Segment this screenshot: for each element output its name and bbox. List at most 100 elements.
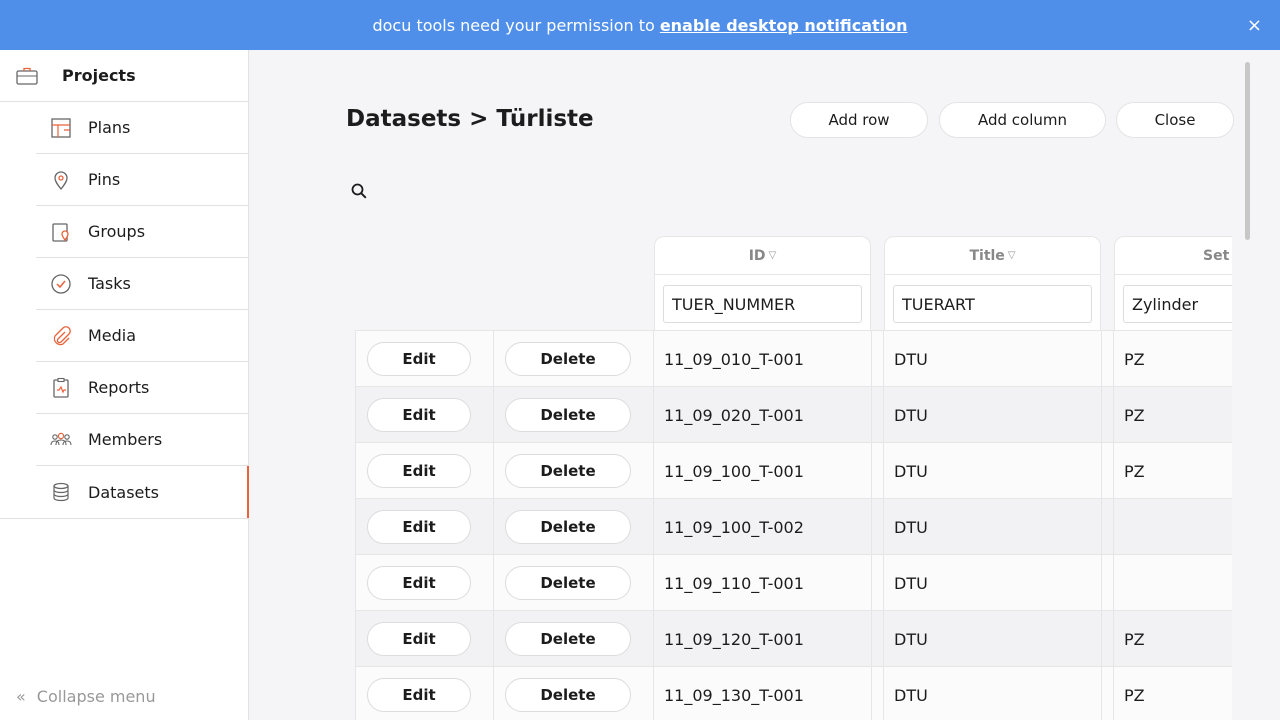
divider: [355, 330, 356, 720]
members-icon: [50, 429, 72, 451]
close-icon[interactable]: ×: [1247, 15, 1262, 36]
delete-button[interactable]: Delete: [505, 678, 631, 712]
database-icon: [50, 481, 72, 503]
sidebar-item-members[interactable]: Members: [36, 414, 248, 466]
cell-set: PZ: [1124, 461, 1145, 481]
divider: [883, 330, 884, 720]
cell-id: 11_09_120_T-001: [664, 629, 804, 649]
cell-title: DTU: [894, 685, 928, 705]
edit-button[interactable]: Edit: [367, 678, 471, 712]
divider: [871, 330, 872, 720]
sidebar-item-label: Datasets: [88, 482, 159, 502]
sidebar-item-label: Reports: [88, 378, 150, 397]
cell-id: 11_09_020_T-001: [664, 405, 804, 425]
column-header-id: ID ▽: [654, 236, 871, 330]
briefcase-icon: [16, 65, 38, 87]
cell-set: PZ: [1124, 629, 1145, 649]
edit-button[interactable]: Edit: [367, 454, 471, 488]
scrollbar[interactable]: [1245, 62, 1250, 240]
double-chevron-left-icon: ‹‹: [16, 687, 26, 706]
add-row-button[interactable]: Add row: [790, 102, 928, 138]
delete-button[interactable]: Delete: [505, 454, 631, 488]
cell-title: DTU: [894, 517, 928, 537]
groups-icon: [50, 221, 72, 243]
cell-id: 11_09_130_T-001: [664, 685, 804, 705]
paperclip-icon: [50, 325, 72, 347]
delete-button[interactable]: Delete: [505, 510, 631, 544]
pin-icon: [50, 169, 72, 191]
chevron-down-icon: ▽: [768, 250, 777, 261]
sidebar-item-groups[interactable]: Groups: [36, 206, 248, 258]
delete-button[interactable]: Delete: [505, 566, 631, 600]
chevron-down-icon: ▽: [1007, 250, 1016, 261]
sidebar-item-plans[interactable]: Plans: [36, 102, 248, 154]
sort-title[interactable]: Title ▽: [885, 237, 1100, 275]
cell-set: PZ: [1124, 405, 1145, 425]
delete-button[interactable]: Delete: [505, 622, 631, 656]
sidebar: Projects Plans Pins Groups Tasks Media R…: [0, 50, 249, 720]
add-column-button[interactable]: Add column: [939, 102, 1106, 138]
cell-title: DTU: [894, 629, 928, 649]
sort-set[interactable]: Set▽: [1115, 237, 1232, 275]
edit-button[interactable]: Edit: [367, 566, 471, 600]
collapse-menu-label: Collapse menu: [36, 687, 156, 706]
cell-title: DTU: [894, 573, 928, 593]
sidebar-item-label: Groups: [88, 222, 146, 241]
plans-icon: [50, 117, 72, 139]
edit-button[interactable]: Edit: [367, 510, 471, 544]
cell-set: PZ: [1124, 685, 1145, 705]
column-label: ID: [748, 247, 766, 264]
divider: [1113, 330, 1114, 720]
sidebar-item-media[interactable]: Media: [36, 310, 248, 362]
sidebar-item-label: Members: [88, 430, 163, 449]
divider: [653, 330, 654, 720]
cell-id: 11_09_010_T-001: [664, 349, 804, 369]
sidebar-projects[interactable]: Projects: [0, 50, 248, 102]
sidebar-item-pins[interactable]: Pins: [36, 154, 248, 206]
cell-set: PZ: [1124, 349, 1145, 369]
sidebar-item-label: Plans: [88, 118, 131, 137]
edit-button[interactable]: Edit: [367, 342, 471, 376]
reports-icon: [50, 377, 72, 399]
sidebar-item-reports[interactable]: Reports: [36, 362, 248, 414]
cell-set: [1114, 555, 1124, 611]
divider: [1101, 330, 1102, 720]
search-icon[interactable]: [350, 182, 368, 200]
divider: [493, 330, 494, 720]
collapse-menu-button[interactable]: ‹‹ Collapse menu: [16, 687, 156, 706]
cell-id: 11_09_100_T-002: [664, 517, 804, 537]
sidebar-item-label: Tasks: [88, 274, 131, 293]
cell-title: DTU: [894, 349, 928, 369]
column-header-title: Title ▽: [884, 236, 1101, 330]
cell-title: DTU: [894, 405, 928, 425]
sidebar-item-label: Pins: [88, 170, 121, 189]
filter-set-input[interactable]: [1123, 285, 1232, 323]
cell-title: DTU: [894, 461, 928, 481]
sort-id[interactable]: ID ▽: [655, 237, 870, 275]
delete-button[interactable]: Delete: [505, 342, 631, 376]
close-button[interactable]: Close: [1116, 102, 1234, 138]
divider: [0, 518, 248, 519]
column-label: Title: [969, 247, 1005, 264]
filter-id-input[interactable]: [663, 285, 862, 323]
cell-id: 11_09_100_T-001: [664, 461, 804, 481]
enable-notification-link[interactable]: enable desktop notification: [660, 16, 908, 35]
column-label: Set: [1203, 247, 1230, 264]
edit-button[interactable]: Edit: [367, 398, 471, 432]
notification-banner: docu tools need your permission to enabl…: [0, 0, 1280, 50]
page-title: Datasets > Türliste: [346, 106, 594, 132]
sidebar-item-tasks[interactable]: Tasks: [36, 258, 248, 310]
table-body: Edit Delete 11_09_010_T-001 DTU PZ Edit …: [355, 330, 1232, 720]
column-header-set: Set▽: [1114, 236, 1232, 330]
projects-label: Projects: [62, 66, 136, 85]
dataset-table: ID▽ Title▽ Set▽ Edit Delete 11_09_010_T-…: [355, 236, 1232, 720]
edit-button[interactable]: Edit: [367, 622, 471, 656]
delete-button[interactable]: Delete: [505, 398, 631, 432]
sidebar-item-datasets[interactable]: Datasets: [36, 466, 249, 518]
cell-set: [1114, 499, 1124, 555]
filter-title-input[interactable]: [893, 285, 1092, 323]
banner-text: docu tools need your permission to: [372, 15, 655, 35]
tasks-icon: [50, 273, 72, 295]
cell-id: 11_09_110_T-001: [664, 573, 804, 593]
main-content: Datasets > Türliste Add row Add column C…: [250, 50, 1280, 720]
